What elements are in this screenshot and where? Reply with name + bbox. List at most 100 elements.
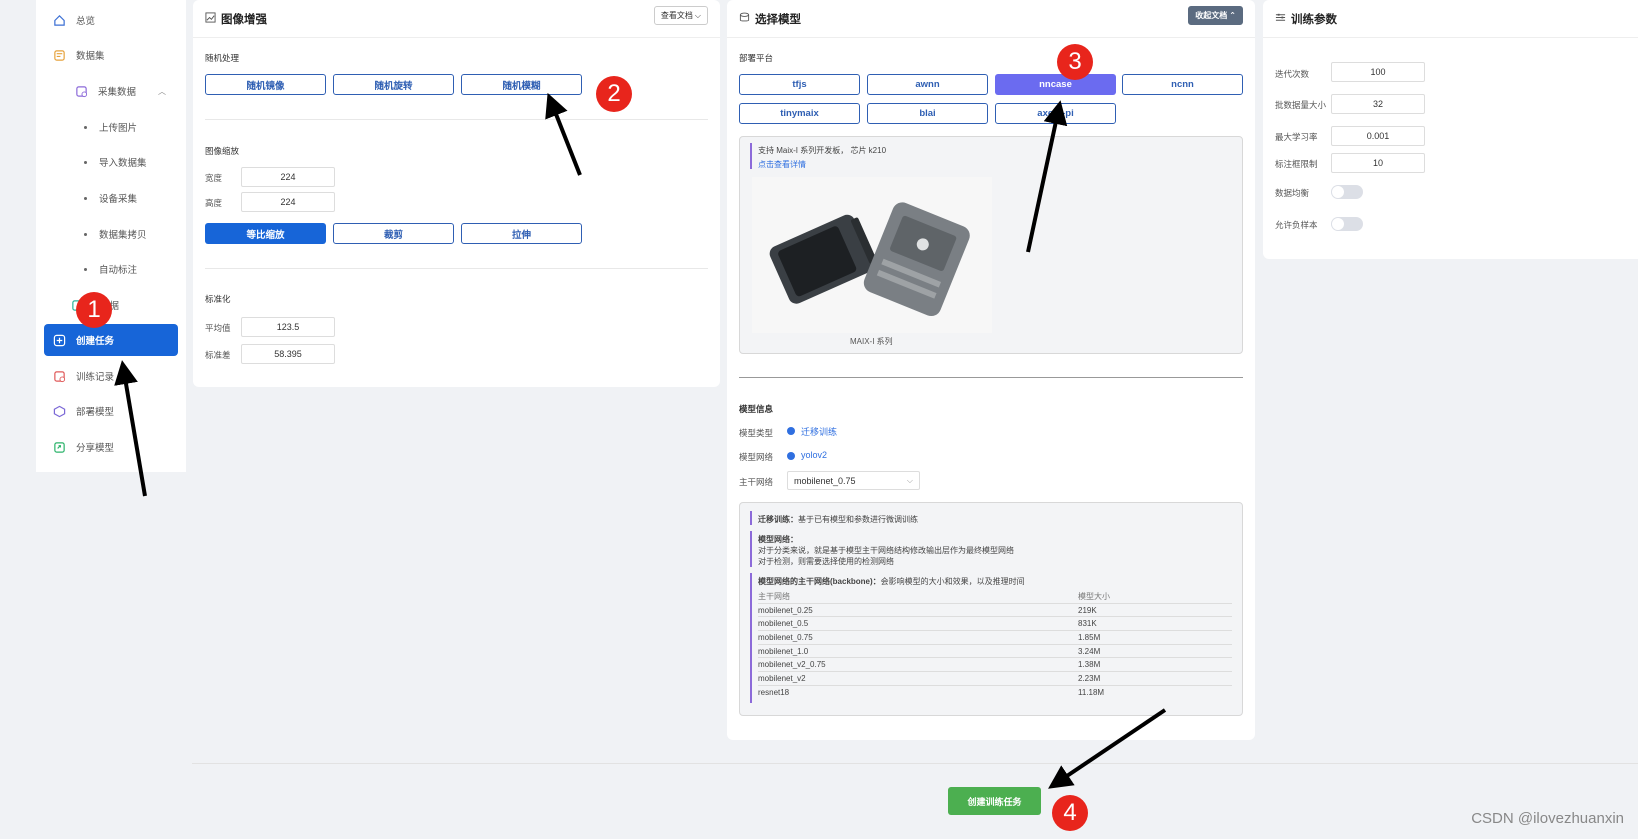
info-icon [787, 452, 795, 460]
mean-label: 平均值 [205, 323, 231, 333]
sidebar-item-autolabel[interactable]: 自动标注 [44, 253, 178, 285]
negative-label: 允许负样本 [1275, 220, 1318, 230]
collapse-doc-button[interactable]: 收起文档 ⌃ [1188, 6, 1243, 25]
section-label: 模型信息 [739, 404, 774, 414]
sidebar-item-import[interactable]: 导入数据集 [44, 146, 178, 178]
sidebar-item-collect[interactable]: 采集数据 ︿ [44, 75, 178, 107]
platform-info-box: 支持 Maix-I 系列开发板， 芯片 k210 点击查看详情 MAIX-I 系… [739, 136, 1243, 354]
platform-blai-button[interactable]: blai [867, 103, 988, 124]
table-header-cell: 主干网络 [758, 591, 790, 601]
backbone-doc-box: 迁移训练：基于已有模型和参数进行微调训练 模型网络： 对于分类来说，就是基于模型… [739, 502, 1243, 716]
sidebar-item-label: 数据集拷贝 [99, 230, 147, 241]
database-icon [739, 12, 750, 25]
sidebar-item-create-task[interactable]: 创建任务 [44, 324, 178, 356]
transfer-doc-text: 基于已有模型和参数进行微调训练 [798, 515, 918, 524]
epochs-label: 迭代次数 [1275, 69, 1310, 79]
sidebar-item-upload[interactable]: 上传图片 [44, 111, 178, 143]
record-icon [52, 369, 66, 383]
network-doc-line: 对于分类来说，就是基于模型主干网络结构修改输出层作为最终模型网络 [758, 546, 1014, 555]
plus-icon [52, 333, 66, 347]
train-panel: 训练参数 迭代次数 100 批数据量大小 32 最大学习率 0.001 标注框限… [1263, 0, 1638, 259]
table-cell: mobilenet_0.25 [758, 605, 813, 615]
panel-title: 训练参数 [1291, 13, 1337, 26]
table-cell: 831K [1078, 619, 1097, 629]
model-type-value[interactable]: 迁移训练 [801, 425, 837, 438]
limit-input[interactable]: 10 [1331, 153, 1425, 173]
limit-label: 标注框限制 [1275, 159, 1318, 169]
sidebar-item-overview[interactable]: 总览 [44, 4, 178, 36]
device-image [752, 177, 992, 333]
random-rotate-button[interactable]: 随机旋转 [333, 74, 454, 95]
model-network-label: 模型网络 [739, 452, 774, 462]
platform-tinymaix-button[interactable]: tinymaix [739, 103, 860, 124]
annotation-badge: 4 [1052, 795, 1088, 831]
network-doc-title: 模型网络： [758, 535, 798, 544]
deploy-icon [52, 404, 66, 418]
sidebar-item-share[interactable]: 分享模型 [44, 431, 178, 463]
bullet-icon [84, 160, 87, 164]
table-row: resnet18 11.18M [758, 686, 1232, 700]
sidebar-item-copy[interactable]: 数据集拷贝 [44, 218, 178, 250]
table-header-cell: 模型大小 [1078, 591, 1110, 601]
stretch-button[interactable]: 拉伸 [461, 223, 582, 244]
platform-tfjs-button[interactable]: tfjs [739, 74, 860, 95]
bullet-icon [84, 196, 87, 200]
platform-axera-pi-button[interactable]: axera-pi [995, 103, 1116, 124]
batch-input[interactable]: 32 [1331, 94, 1425, 114]
sidebar-item-label: 数据集 [76, 51, 105, 62]
chevron-down-icon: ⌵ [694, 10, 701, 20]
section-label: 部署平台 [739, 53, 774, 63]
section-label: 标准化 [205, 294, 231, 304]
table-row: mobilenet_1.0 3.24M [758, 645, 1232, 659]
height-input[interactable]: 224 [241, 192, 335, 212]
backbone-select[interactable]: mobilenet_0.75 ⌵ [787, 471, 920, 490]
table-row: mobilenet_0.25 219K [758, 604, 1232, 618]
backbone-doc-title: 模型网络的主干网络(backbone)： [758, 577, 881, 586]
crop-button[interactable]: 裁剪 [333, 223, 454, 244]
quote-bar [750, 143, 752, 169]
table-cell: 1.85M [1078, 632, 1101, 642]
quote-bar [750, 511, 752, 525]
balance-label: 数据均衡 [1275, 188, 1310, 198]
table-cell: resnet18 [758, 688, 790, 698]
std-input[interactable]: 58.395 [241, 344, 335, 364]
info-icon [787, 427, 795, 435]
sidebar-item-device[interactable]: 设备采集 [44, 182, 178, 214]
platform-nncase-button[interactable]: nncase [995, 74, 1116, 95]
share-icon [52, 440, 66, 454]
table-cell: mobilenet_0.5 [758, 619, 809, 629]
view-doc-button[interactable]: 查看文档 ⌵ [653, 6, 708, 25]
sidebar-item-label: 设备采集 [99, 194, 138, 205]
create-train-task-button[interactable]: 创建训练任务 [948, 787, 1041, 815]
platform-awnn-button[interactable]: awnn [867, 74, 988, 95]
table-row: mobilenet_0.5 831K [758, 617, 1232, 632]
sidebar-item-deploy[interactable]: 部署模型 [44, 395, 178, 427]
platform-detail-link[interactable]: 点击查看详情 [758, 159, 806, 170]
sliders-icon [1275, 12, 1286, 25]
augment-panel: 图像增强 查看文档 ⌵ 随机处理 随机镜像 随机旋转 随机模糊 图像缩放 宽度 … [193, 0, 720, 387]
balance-toggle[interactable] [1331, 185, 1363, 199]
sidebar: 总览 数据集 采集数据 ︿ 上传图片 导入数据集 设备采集 数据集拷贝 自动标注… [36, 0, 186, 472]
quote-bar [750, 573, 752, 703]
model-type-label: 模型类型 [739, 428, 774, 438]
mean-input[interactable]: 123.5 [241, 317, 335, 337]
footer-divider [192, 763, 1638, 764]
random-blur-button[interactable]: 随机模糊 [461, 74, 582, 95]
random-mirror-button[interactable]: 随机镜像 [205, 74, 326, 95]
sidebar-item-train-record[interactable]: 训练记录 [44, 360, 178, 392]
sidebar-item-dataset[interactable]: 数据集 [44, 39, 178, 71]
sidebar-item-label: 导入数据集 [99, 158, 147, 169]
table-cell: 2.23M [1078, 673, 1101, 683]
transfer-doc: 迁移训练：基于已有模型和参数进行微调训练 [758, 514, 918, 525]
train-header: 训练参数 [1263, 0, 1638, 38]
platform-ncnn-button[interactable]: ncnn [1122, 74, 1243, 95]
panel-title: 选择模型 [755, 13, 801, 26]
model-network-value[interactable]: yolov2 [801, 450, 827, 460]
proportional-scale-button[interactable]: 等比缩放 [205, 223, 326, 244]
width-input[interactable]: 224 [241, 167, 335, 187]
chevron-down-icon: ⌵ [906, 475, 913, 485]
negative-toggle[interactable] [1331, 217, 1363, 231]
epochs-input[interactable]: 100 [1331, 62, 1425, 82]
model-panel: 选择模型 收起文档 ⌃ 部署平台 tfjs awnn nncase ncnn t… [727, 0, 1255, 740]
lr-input[interactable]: 0.001 [1331, 126, 1425, 146]
